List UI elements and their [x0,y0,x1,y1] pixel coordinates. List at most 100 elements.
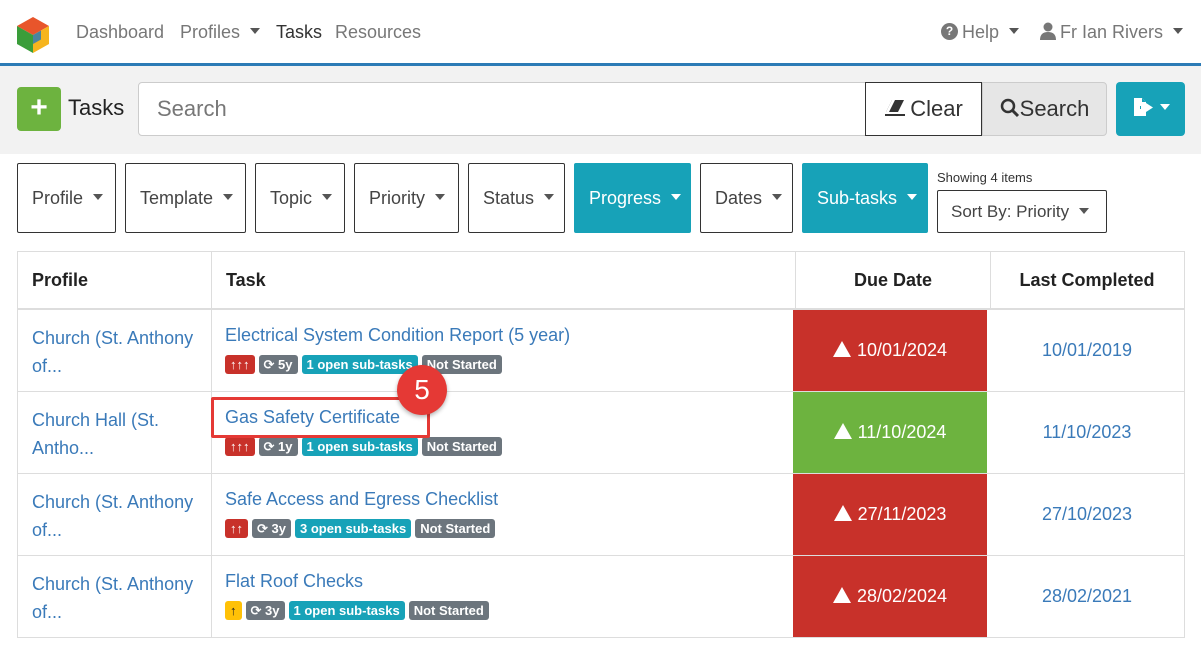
chevron-down-icon [223,194,234,201]
row-profile-link[interactable]: Church (St. Anthony of... [32,570,207,626]
help-label: Help [962,22,1000,42]
filter-label: Dates [715,188,763,208]
repeat-icon: ⟳ [250,603,262,618]
recurrence-badge: ⟳ 3y [252,519,291,538]
table-row: Church (St. Anthony of... Electrical Sys… [18,310,1184,392]
chevron-down-icon [93,194,104,201]
filter-label: Sub-tasks [817,188,898,208]
last-completed-link[interactable]: 10/01/2019 [991,310,1183,391]
recurrence-label: 5y [278,357,293,372]
due-date-cell: 10/01/2024 [793,310,987,391]
nav-profiles[interactable]: Profiles [180,22,261,43]
recurrence-badge: ⟳ 3y [245,601,285,620]
step-highlight-box [211,397,430,438]
nav-dashboard[interactable]: Dashboard [76,22,164,43]
repeat-icon: ⟳ [263,439,275,454]
app-logo-icon[interactable] [16,16,50,54]
help-menu[interactable]: ? Help [941,22,1020,43]
chevron-down-icon [322,194,333,201]
filter-topic[interactable]: Topic [255,163,345,233]
user-menu[interactable]: Fr Ian Rivers [1040,22,1184,43]
subtasks-badge: 1 open sub-tasks [301,355,418,374]
recurrence-badge: ⟳ 5y [258,355,298,374]
priority-badge: ↑↑↑ [225,437,255,456]
filter-profile[interactable]: Profile [17,163,116,233]
due-date-value: 27/11/2023 [857,504,947,524]
last-completed-link[interactable]: 28/02/2021 [991,556,1183,637]
search-icon [1000,98,1019,118]
search-label: Search [1019,96,1090,121]
chevron-down-icon [907,194,918,201]
sort-dropdown[interactable]: Sort By: Priority [937,190,1107,233]
nav-profiles-label: Profiles [180,22,241,42]
priority-badge: ↑↑↑ [225,355,255,374]
warning-icon [832,341,851,358]
warning-icon [833,505,852,522]
item-count: Showing 4 items [937,170,1033,185]
row-task-link[interactable]: Electrical System Condition Report (5 ye… [225,325,570,346]
table-header: Profile Task Due Date Last Completed [18,252,1184,310]
subtasks-badge: 1 open sub-tasks [288,601,405,620]
subtasks-badge: 3 open sub-tasks [295,519,412,538]
clear-button[interactable]: Clear [865,82,982,136]
filter-label: Profile [32,188,84,208]
due-date-value: 10/01/2024 [856,340,948,360]
repeat-icon: ⟳ [263,357,275,372]
table-row: Church (St. Anthony of... Safe Access an… [18,474,1184,556]
due-date-cell: 28/02/2024 [793,556,987,637]
search-input[interactable] [138,82,866,136]
row-badges: ↑ ⟳ 3y 1 open sub-tasks Not Started [225,601,489,620]
table-row: Church (St. Anthony of... Flat Roof Chec… [18,556,1184,638]
row-profile-link[interactable]: Church (St. Anthony of... [32,324,207,380]
row-task-link[interactable]: Flat Roof Checks [225,571,363,592]
file-export-icon [1133,97,1153,116]
row-badges: ↑↑↑ ⟳ 5y 1 open sub-tasks Not Started [225,355,502,374]
filter-sub-tasks[interactable]: Sub-tasks [802,163,928,233]
row-badges: ↑↑ ⟳ 3y 3 open sub-tasks Not Started [225,519,496,538]
export-button[interactable] [1116,82,1185,136]
search-button[interactable]: Search [982,82,1107,136]
row-badges: ↑↑↑ ⟳ 1y 1 open sub-tasks Not Started [225,437,502,456]
chevron-down-icon [772,194,783,201]
clear-label: Clear [910,96,963,121]
chevron-down-icon [671,194,682,201]
filter-progress[interactable]: Progress [574,163,691,233]
top-navbar: Dashboard Profiles Tasks Resources ? Help… [0,0,1201,66]
row-profile-link[interactable]: Church Hall (St. Antho... [32,406,207,462]
recurrence-label: 3y [265,603,280,618]
filter-dates[interactable]: Dates [700,163,793,233]
repeat-icon: ⟳ [257,521,268,536]
step-number-badge: 5 [397,365,447,415]
column-divider [795,252,796,310]
header-task[interactable]: Task [226,252,266,308]
header-profile[interactable]: Profile [32,252,88,308]
header-due-date[interactable]: Due Date [796,252,990,308]
status-badge: Not Started [415,519,496,538]
filter-label: Template [140,188,214,208]
help-icon: ? [941,22,958,40]
nav-resources[interactable]: Resources [335,22,421,43]
add-task-button[interactable]: + [17,87,61,131]
last-completed-link[interactable]: 11/10/2023 [991,392,1183,473]
status-badge: Not Started [408,601,489,620]
filter-label: Progress [589,188,662,208]
filter-status[interactable]: Status [468,163,565,233]
last-completed-link[interactable]: 27/10/2023 [991,474,1183,555]
task-toolbar: + Tasks Clear Search [0,66,1201,154]
chevron-down-icon [1009,28,1020,35]
chevron-down-icon [1159,103,1170,110]
priority-badge: ↑ [225,601,242,620]
due-date-cell: 27/11/2023 [793,474,987,555]
eraser-icon [885,100,906,117]
row-profile-link[interactable]: Church (St. Anthony of... [32,488,207,544]
warning-icon [832,587,851,604]
filter-priority[interactable]: Priority [354,163,459,233]
due-date-value: 11/10/2024 [857,422,947,442]
header-last-completed[interactable]: Last Completed [991,252,1183,308]
chevron-down-icon [1079,207,1090,214]
recurrence-label: 1y [278,439,293,454]
due-date-value: 28/02/2024 [856,586,948,606]
filter-template[interactable]: Template [125,163,246,233]
row-task-link[interactable]: Safe Access and Egress Checklist [225,489,498,510]
nav-tasks[interactable]: Tasks [276,22,322,43]
